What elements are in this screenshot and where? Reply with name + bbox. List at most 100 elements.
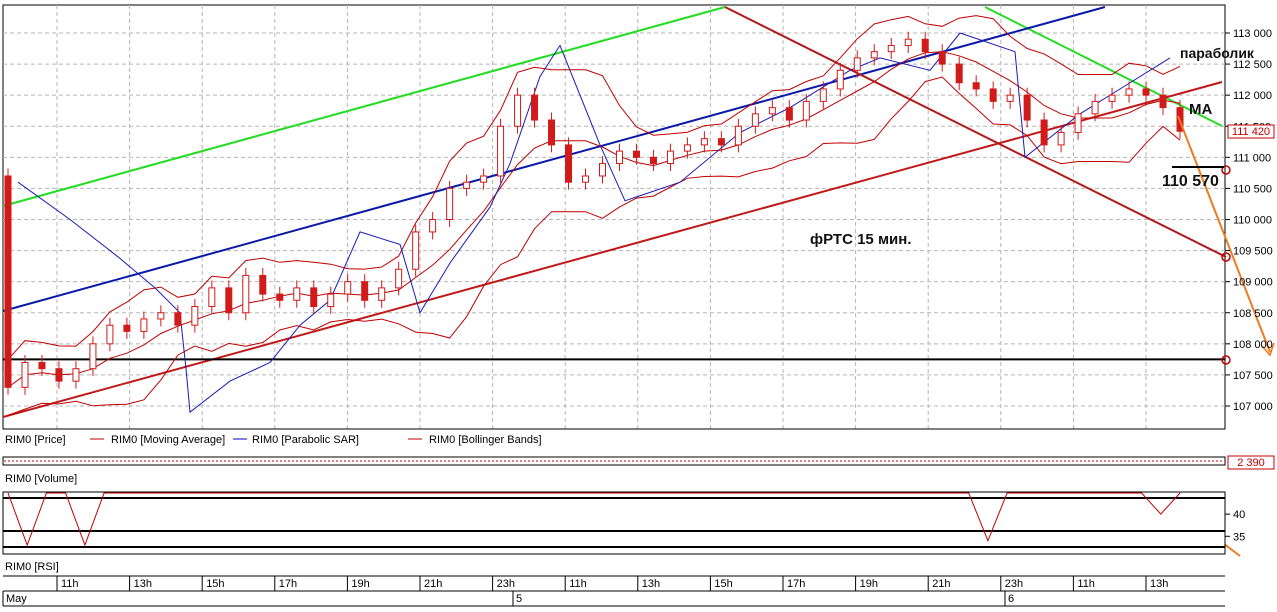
price-tick-label: 111 000 <box>1233 152 1271 164</box>
hour-label: 13h <box>134 578 152 590</box>
candle-body <box>4 175 12 388</box>
hour-label: 21h <box>424 578 442 590</box>
price-tick-label: 113 000 <box>1233 28 1272 40</box>
candle-body <box>1125 88 1133 96</box>
price-axis: 113 000112 500112 000111 500111 000110 5… <box>1225 28 1273 413</box>
candle-body <box>514 94 522 127</box>
candle-body <box>666 150 674 165</box>
current-price-label: 111 420 <box>1232 126 1270 138</box>
hour-label: 23h <box>1005 578 1023 590</box>
candle-body <box>344 281 352 295</box>
date-label: 5 <box>516 593 522 605</box>
candle-body <box>174 312 182 326</box>
candle-body <box>293 287 301 301</box>
hour-label: 15h <box>714 578 732 590</box>
candle-body <box>259 274 267 295</box>
rsi-panel-frame <box>2 491 1226 555</box>
candle-body <box>21 361 29 388</box>
price-tick-label: 112 000 <box>1233 90 1272 102</box>
price-tick-label: 109 500 <box>1233 246 1273 258</box>
candle-body <box>242 274 250 314</box>
candle-body <box>565 144 573 183</box>
candle-body <box>972 82 980 90</box>
candle-body <box>598 163 606 177</box>
hour-label: 19h <box>351 578 369 590</box>
candle-body <box>921 38 929 53</box>
candle-body <box>802 100 810 121</box>
candle-body <box>157 312 165 320</box>
candle-body <box>89 343 97 370</box>
candle-body <box>632 150 640 158</box>
candle-body <box>836 69 844 90</box>
candle-body <box>768 107 776 115</box>
candle-body <box>327 293 335 308</box>
candle-body <box>55 368 63 382</box>
hour-label: 17h <box>787 578 805 590</box>
price-panel-frame <box>2 4 1226 430</box>
candle-body <box>106 324 114 345</box>
candle-body <box>870 51 878 59</box>
candle-body <box>1057 131 1065 146</box>
legend: RIM0 [Price] RIM0 [Moving Average] RIM0 … <box>5 434 542 446</box>
candle-body <box>904 38 912 46</box>
candle-body <box>1023 94 1031 121</box>
hour-label: 15h <box>206 578 224 590</box>
candle-body <box>717 138 725 146</box>
price-tick-label: 107 500 <box>1233 370 1273 382</box>
legend-sar: RIM0 [Parabolic SAR] <box>252 434 359 446</box>
hour-label: 23h <box>497 578 515 590</box>
candle-body <box>785 107 793 121</box>
volume-value: 2 390 <box>1237 457 1265 469</box>
hour-label: 17h <box>279 578 297 590</box>
candle-body <box>208 287 216 308</box>
candle-body <box>1091 100 1099 115</box>
candle-body <box>310 287 318 308</box>
candle-body <box>225 287 233 314</box>
ma-annotation: MA <box>1189 101 1212 118</box>
hour-label: 11h <box>61 578 79 590</box>
candle-body <box>819 88 827 102</box>
candle-body <box>1159 94 1167 109</box>
candle-body <box>140 318 148 332</box>
candle-body <box>123 324 131 332</box>
price-tick-label: 110 000 <box>1233 215 1272 227</box>
candle-body <box>955 63 963 84</box>
chart-canvas: 113 000112 500112 000111 500111 000110 5… <box>2 4 1275 607</box>
candle-body <box>853 57 861 71</box>
rsi-axis: 40 35 <box>1225 509 1245 543</box>
sar-annotation: параболик <box>1180 45 1255 61</box>
price-tick-label: 108 500 <box>1233 308 1273 320</box>
candle-body <box>497 125 505 177</box>
date-label: May <box>6 593 27 605</box>
price-tick-label: 109 000 <box>1233 277 1273 289</box>
candle-body <box>446 187 454 221</box>
candle-body <box>1006 94 1014 102</box>
target-annotation: 110 570 <box>1162 173 1219 190</box>
price-tick-label: 110 500 <box>1233 183 1272 195</box>
chart-stage: 113 000112 500112 000111 500111 000110 5… <box>0 0 1277 612</box>
legend-bb: RIM0 [Bollinger Bands] <box>429 434 542 446</box>
candle-body <box>429 219 437 233</box>
candle-body <box>683 144 691 152</box>
candle-body <box>615 150 623 165</box>
hour-label: 19h <box>860 578 878 590</box>
candle-body <box>480 175 488 183</box>
candle-body <box>276 293 284 301</box>
price-tick-label: 107 000 <box>1233 401 1273 413</box>
candle-body <box>1108 94 1116 102</box>
hour-label: 21h <box>932 578 950 590</box>
candle-body <box>734 125 742 146</box>
candle-body <box>700 138 708 146</box>
hour-label: 11h <box>569 578 587 590</box>
rsi-tick-label: 40 <box>1233 509 1245 521</box>
candle-body <box>938 51 946 65</box>
hour-label: 13h <box>642 578 660 590</box>
candle-body <box>378 287 386 301</box>
candle-body <box>361 281 369 301</box>
legend-price: RIM0 [Price] <box>5 434 66 446</box>
rsi-label: RIM0 [RSI] <box>5 561 59 573</box>
candle-body <box>38 361 46 370</box>
candle-body <box>1040 119 1048 146</box>
candle-body <box>751 113 759 127</box>
volume-label: RIM0 [Volume] <box>5 473 77 485</box>
